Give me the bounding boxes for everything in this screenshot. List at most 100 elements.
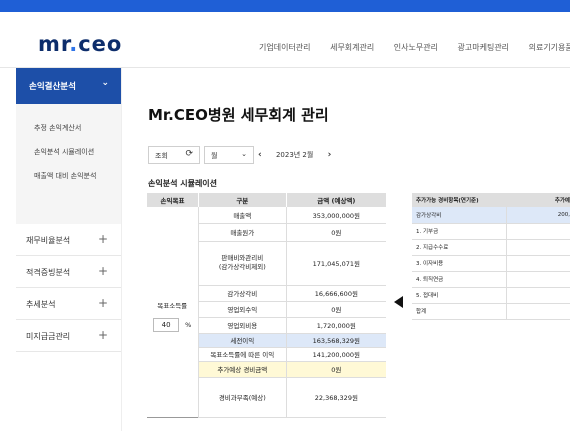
- goal-cell: 목표소득률 40%: [147, 207, 199, 417]
- row-value: 200,: [505, 207, 570, 224]
- sidebar: 손익결산분석 ⌄ 추정 손익계산서 손익분석 시뮬레이션 매출액 대비 손익분석…: [16, 68, 122, 431]
- table-row: 2. 지급수수료: [412, 239, 570, 256]
- column-header: 손익목표: [146, 193, 199, 207]
- table-row: 1. 기부금: [412, 223, 570, 240]
- goal-rate-input[interactable]: 40: [153, 317, 180, 332]
- logo-prefix: mr: [38, 32, 70, 56]
- nav-hr-labor[interactable]: 인사노무관리: [394, 42, 438, 53]
- expense-table: 추가가능 경비항목(연기준) 추가예 감가상각비 200, 1. 기부금 2. …: [412, 193, 570, 320]
- table-header-row: 추가가능 경비항목(연기준) 추가예: [412, 193, 570, 207]
- chevron-down-icon: ⌄: [241, 150, 247, 158]
- header: mr.ceo 기업데이터관리 세무회계관리 인사노무관리 광고마케팅관리 의료기…: [0, 12, 570, 68]
- column-header: 금액 (예상액): [285, 193, 386, 207]
- row-label: 감가상각비: [197, 285, 287, 302]
- submenu-estimated-income[interactable]: 추정 손익계산서: [16, 116, 121, 140]
- simulation-table: 손익목표 구분 금액 (예상액) 목표소득률 40% 매출액 353,000,0…: [146, 193, 386, 418]
- chevron-left-icon[interactable]: ‹: [258, 150, 262, 160]
- row-value[interactable]: [505, 271, 570, 288]
- plus-icon: +: [97, 264, 108, 278]
- submenu-profit-simulation[interactable]: 손익분석 시뮬레이션: [16, 140, 121, 164]
- goal-label: 목표소득률: [157, 301, 188, 310]
- row-value[interactable]: [505, 223, 570, 240]
- row-value: 163,568,329원: [286, 333, 386, 348]
- main-content: Mr.CEO병원 세무회계 관리 조회 ⟳ 월 ⌄ ‹ 2023년 2월 › 손…: [140, 68, 570, 431]
- row-label: 3. 이자비용: [412, 255, 506, 272]
- column-header: 구분: [197, 193, 287, 207]
- logo-dot: .: [69, 32, 79, 56]
- row-value[interactable]: [505, 287, 570, 304]
- sidebar-item-evidence[interactable]: 적격증빙분석 +: [16, 256, 121, 288]
- row-label: 영업외비용: [197, 317, 287, 334]
- row-label: 매출원가: [197, 223, 287, 242]
- nav-ad-marketing[interactable]: 광고마케팅관리: [458, 42, 510, 53]
- row-label: 영업외수익: [197, 301, 287, 318]
- sidebar-item-label: 미지급금관리: [26, 332, 71, 341]
- date-navigator: ‹ 2023년 2월 ›: [258, 146, 350, 164]
- nav-medical-supplies[interactable]: 의료기기용품관리: [529, 42, 570, 53]
- period-value: 월: [211, 152, 218, 160]
- table-header-row: 손익목표 구분 금액 (예상액): [146, 193, 386, 207]
- row-value: 0원: [286, 361, 386, 378]
- row-label: 세전이익: [197, 333, 287, 348]
- chevron-right-icon[interactable]: ›: [328, 150, 332, 160]
- table-row: 감가상각비 200,: [412, 207, 570, 224]
- sidebar-submenu: 추정 손익계산서 손익분석 시뮬레이션 매출액 대비 손익분석: [16, 104, 121, 224]
- goal-unit: %: [185, 320, 192, 329]
- column-header: 추가예: [506, 193, 570, 207]
- nav-tax-accounting[interactable]: 세무회계관리: [330, 42, 374, 53]
- sidebar-item-profit-analysis[interactable]: 손익결산분석 ⌄: [16, 68, 121, 104]
- refresh-icon: ⟳: [185, 149, 193, 159]
- sidebar-item-financial-ratio[interactable]: 재무비율분석 +: [16, 224, 121, 256]
- table-row: 합계: [412, 303, 570, 320]
- column-header: 추가가능 경비항목(연기준): [412, 193, 506, 207]
- nav-company-data[interactable]: 기업데이터관리: [259, 42, 311, 53]
- row-label: 2. 지급수수료: [412, 239, 506, 256]
- row-value[interactable]: [505, 255, 570, 272]
- sidebar-item-label: 재무비율분석: [26, 236, 71, 245]
- row-value: 1,720,000원: [286, 317, 386, 334]
- period-select[interactable]: 월 ⌄: [204, 146, 254, 164]
- sidebar-item-label: 손익결산분석: [29, 82, 76, 92]
- sidebar-item-trend[interactable]: 추세분석 +: [16, 288, 121, 320]
- row-label: 판매비와관리비 (감가상각비제외): [197, 241, 287, 286]
- row-value: 0원: [286, 301, 386, 318]
- row-label: 감가상각비: [412, 207, 506, 224]
- row-label: 합계: [412, 303, 506, 320]
- row-label: 추가예상 경비금액: [197, 361, 287, 378]
- table-row: 5. 접대비: [412, 287, 570, 304]
- row-value: 16,666,600원: [286, 285, 386, 302]
- plus-icon: +: [97, 232, 108, 246]
- plus-icon: +: [97, 296, 108, 310]
- logo-suffix: ceo: [78, 32, 123, 56]
- row-value: 171,045,071원: [286, 241, 386, 286]
- row-label: 4. 퇴직연금: [412, 271, 506, 288]
- row-label: 1. 기부금: [412, 223, 506, 240]
- table-row: 목표소득률 40% 매출액 353,000,000원: [147, 207, 386, 332]
- table-row: 4. 퇴직연금: [412, 271, 570, 288]
- submenu-sales-profit[interactable]: 매출액 대비 손익분석: [16, 164, 121, 188]
- logo[interactable]: mr.ceo: [38, 32, 122, 56]
- row-value: 0원: [286, 223, 386, 242]
- query-button[interactable]: 조회 ⟳: [148, 146, 200, 164]
- table-row: 3. 이자비용: [412, 255, 570, 272]
- row-label: 경비과부족(예상): [197, 377, 287, 418]
- sidebar-item-payables[interactable]: 미지급금관리 +: [16, 320, 121, 352]
- section-title: 손익분석 시뮬레이션: [148, 179, 218, 188]
- row-value: 353,000,000원: [286, 207, 386, 224]
- arrow-left-icon: [394, 296, 403, 308]
- sidebar-item-label: 추세분석: [26, 300, 56, 309]
- date-value: 2023년 2월: [275, 151, 314, 159]
- sidebar-item-label: 적격증빙분석: [26, 268, 71, 277]
- row-value: 22,368,329원: [286, 377, 386, 418]
- row-label: 5. 접대비: [412, 287, 506, 304]
- row-label: 매출액: [197, 207, 287, 224]
- top-accent-bar: [0, 0, 570, 12]
- row-label: 목표소득률에 따른 이익: [197, 347, 287, 362]
- row-value: [505, 303, 570, 320]
- global-nav: 기업데이터관리 세무회계관리 인사노무관리 광고마케팅관리 의료기기용품관리: [259, 42, 570, 53]
- row-value: 141,200,000원: [286, 347, 386, 362]
- page-title: Mr.CEO병원 세무회계 관리: [148, 106, 329, 124]
- row-value[interactable]: [505, 239, 570, 256]
- plus-icon: +: [97, 328, 108, 342]
- query-label: 조회: [155, 152, 168, 160]
